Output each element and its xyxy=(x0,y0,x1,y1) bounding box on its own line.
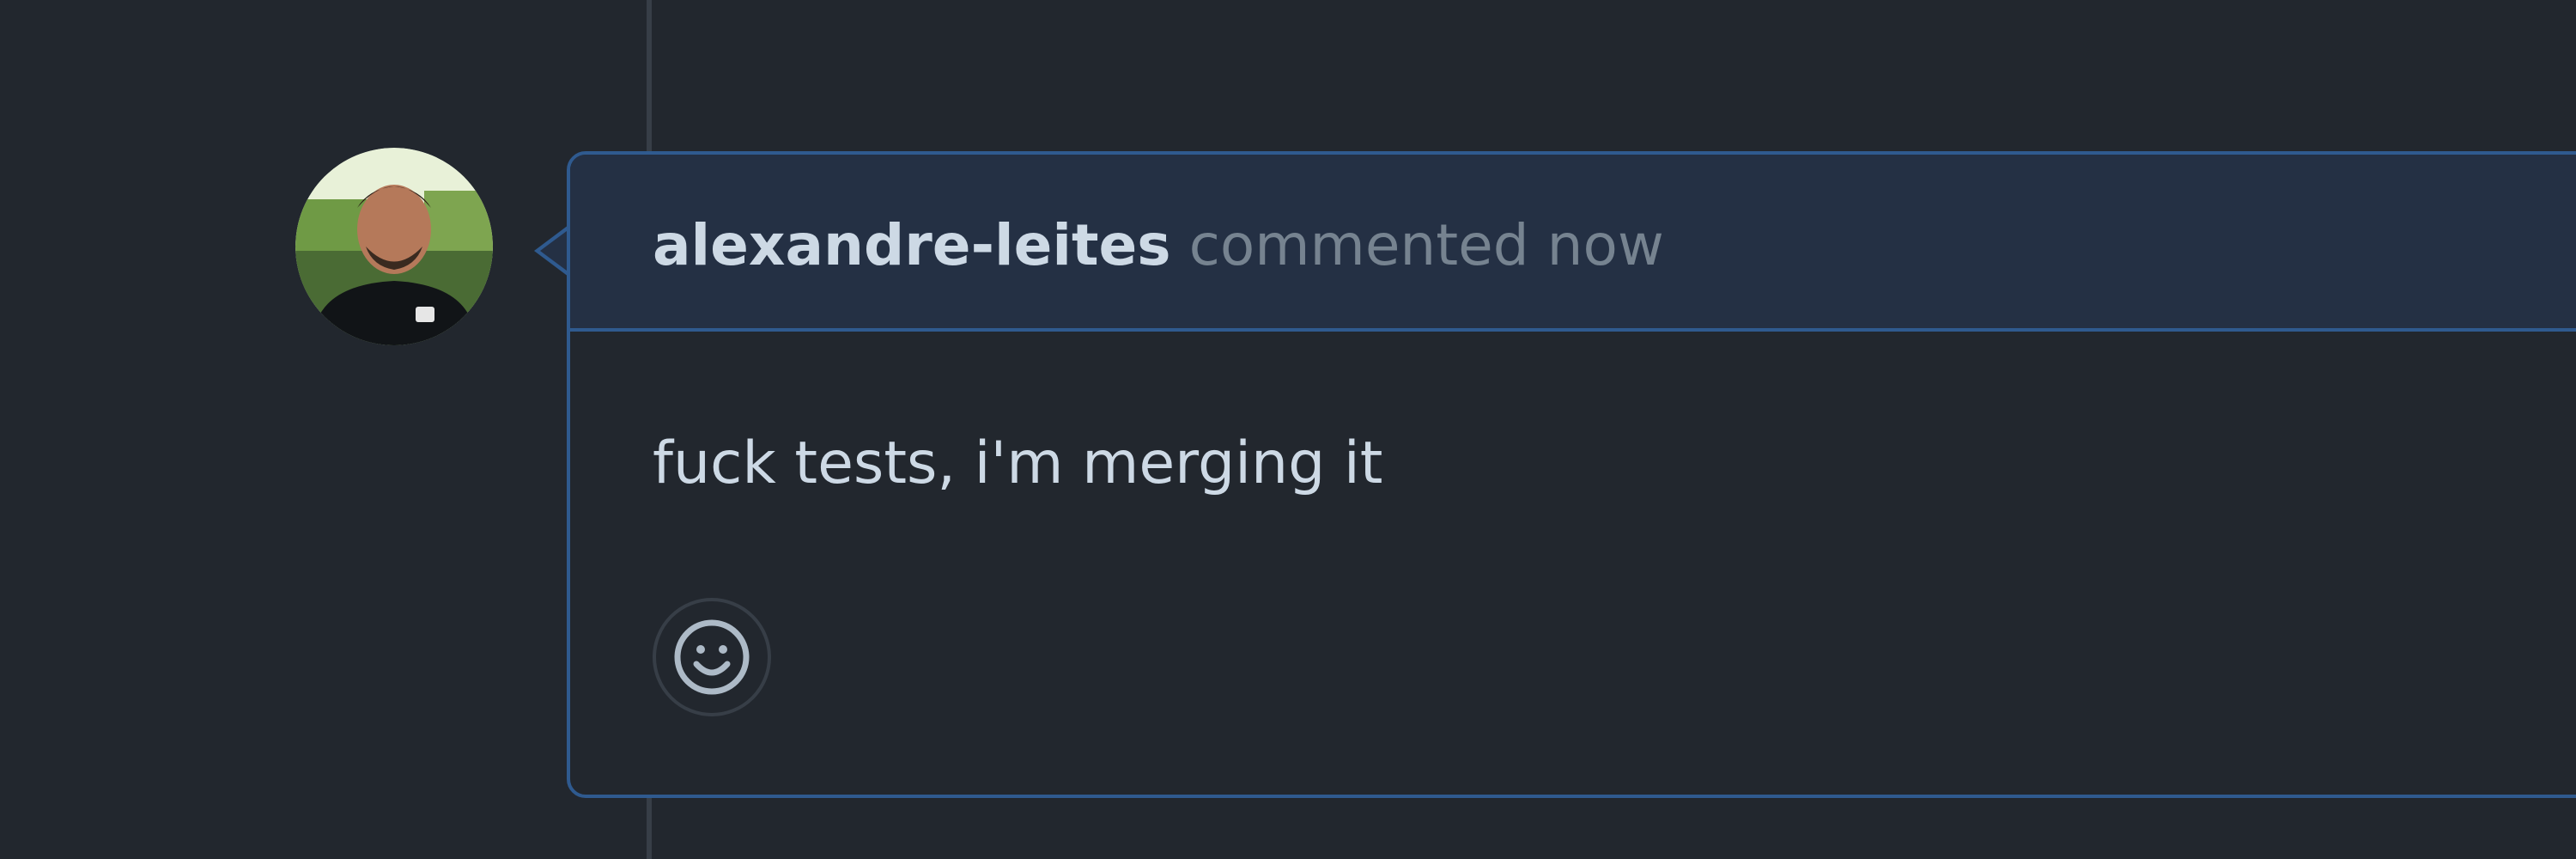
comment-author-link[interactable]: alexandre-leites xyxy=(653,212,1171,278)
comment-timestamp[interactable]: now xyxy=(1547,212,1664,278)
smiley-icon xyxy=(674,619,750,695)
add-reaction-button[interactable] xyxy=(653,598,771,716)
comment-box: alexandre-leites commented now fuck test… xyxy=(567,151,2576,798)
comment-timeline: alexandre-leites commented now fuck test… xyxy=(0,0,2576,859)
comment-header-text: alexandre-leites commented now xyxy=(653,213,1664,278)
avatar[interactable] xyxy=(295,148,493,345)
comment-pointer-fill xyxy=(540,228,570,273)
comment-action: commented xyxy=(1188,212,1529,278)
comment-header: alexandre-leites commented now xyxy=(570,155,2576,332)
comment-body: fuck tests, i'm merging it xyxy=(653,430,1383,497)
avatar-image xyxy=(295,148,493,345)
